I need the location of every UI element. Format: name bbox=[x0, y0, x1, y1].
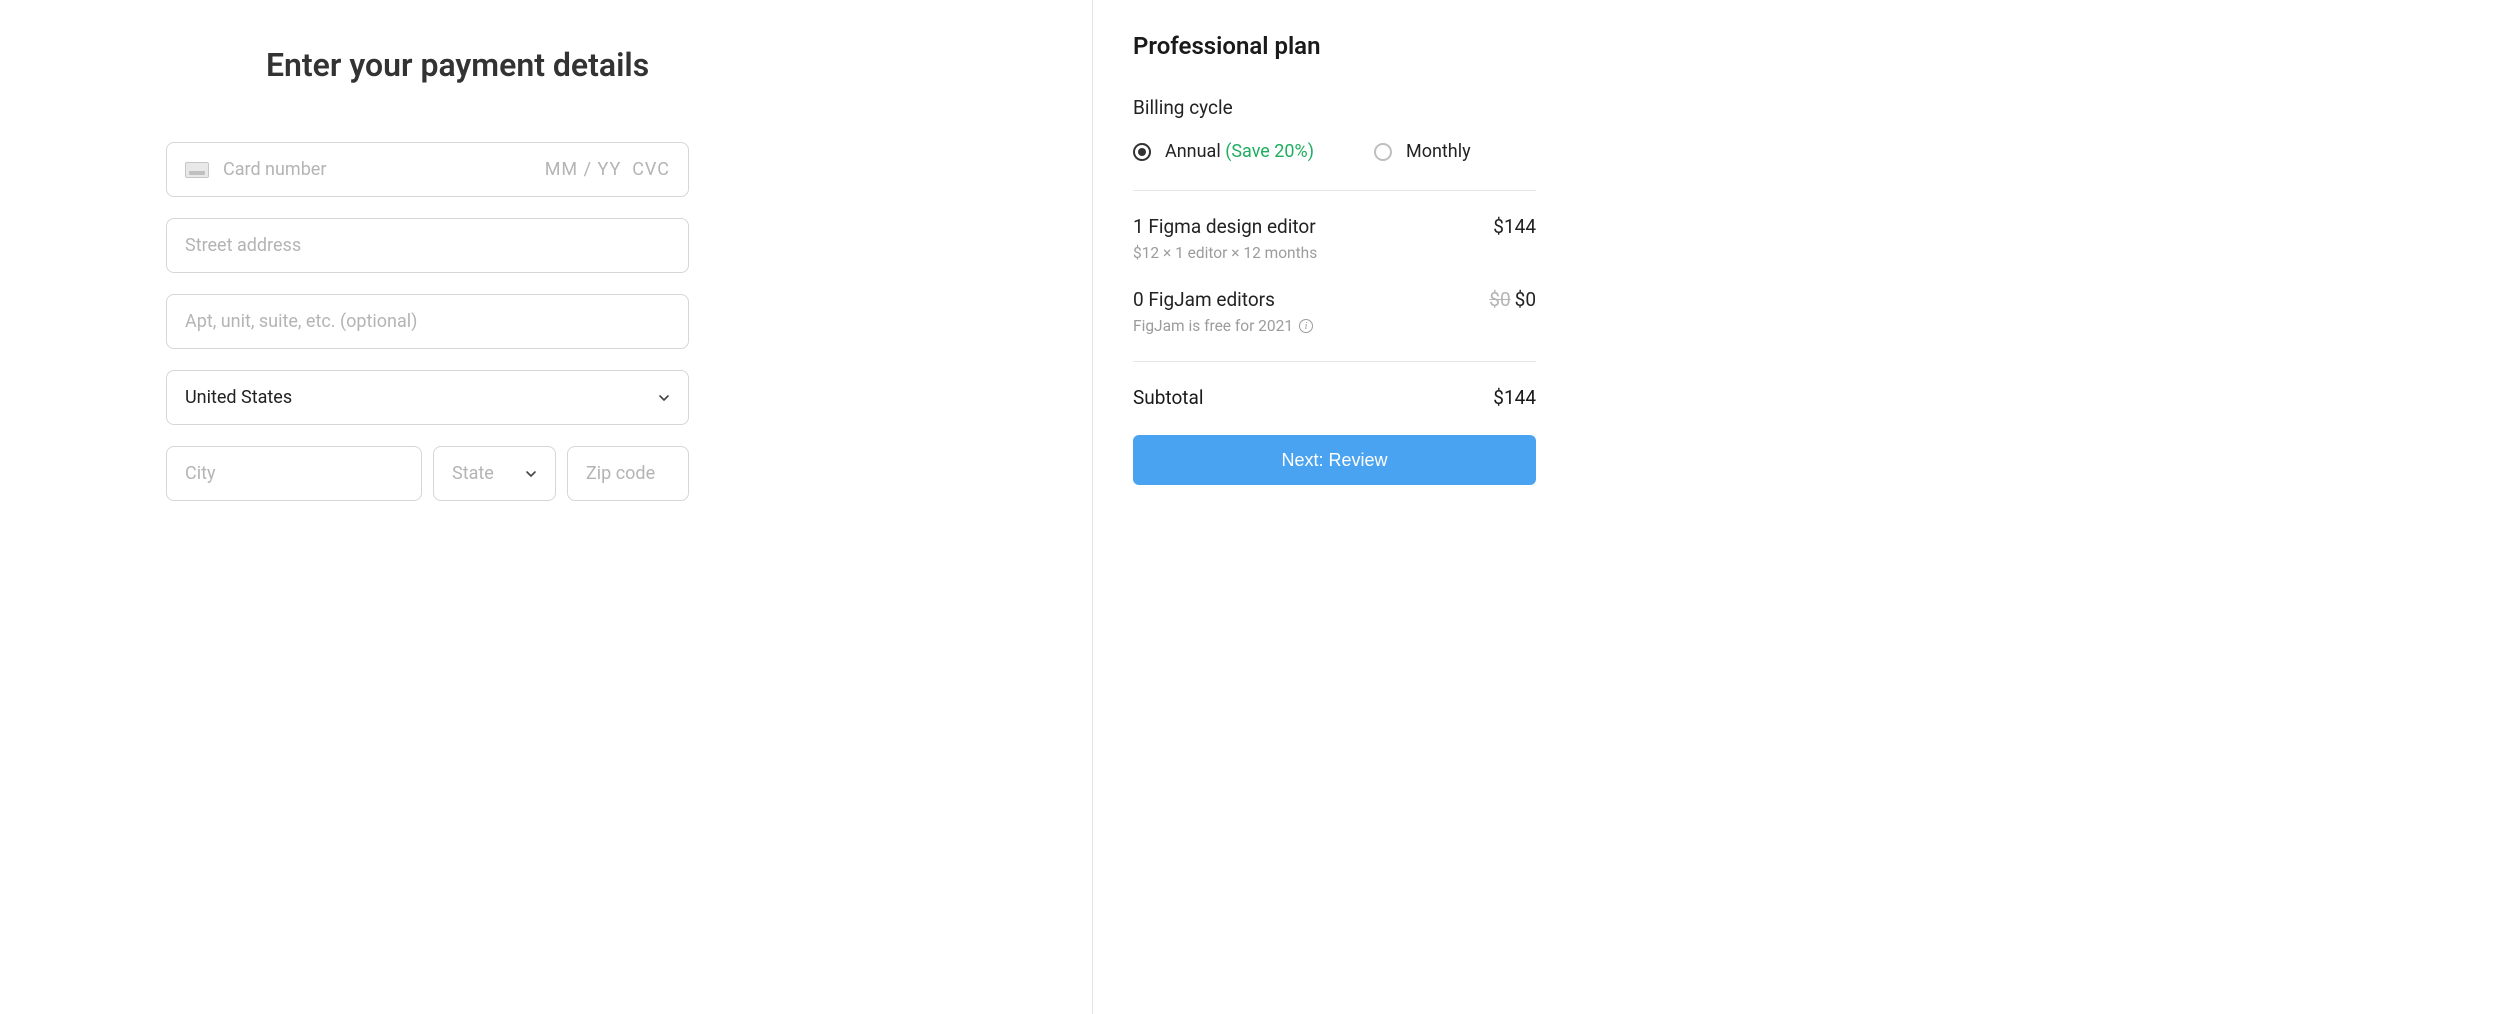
credit-card-icon bbox=[185, 162, 209, 178]
order-summary-panel: Professional plan Billing cycle Annual (… bbox=[1092, 0, 2494, 1014]
billing-monthly-label: Monthly bbox=[1406, 141, 1471, 162]
chevron-down-icon bbox=[525, 468, 537, 480]
line-item-strike-price: $0 bbox=[1489, 288, 1510, 311]
country-select[interactable]: United States bbox=[166, 370, 689, 425]
street-address-field[interactable]: Street address bbox=[166, 218, 689, 273]
line-item-price: $0$0 bbox=[1489, 288, 1536, 311]
state-select[interactable]: State bbox=[433, 446, 556, 501]
line-item-figjam: 0 FigJam editors $0$0 FigJam is free for… bbox=[1133, 288, 1536, 335]
billing-annual-label: Annual bbox=[1165, 141, 1221, 162]
divider bbox=[1133, 361, 1536, 362]
line-item-name: 1 Figma design editor bbox=[1133, 215, 1316, 238]
radio-unselected-icon bbox=[1374, 143, 1392, 161]
billing-annual-radio[interactable]: Annual (Save 20%) bbox=[1133, 141, 1314, 162]
payment-form-panel: Enter your payment details Card number M… bbox=[0, 0, 1092, 1014]
billing-monthly-radio[interactable]: Monthly bbox=[1374, 141, 1471, 162]
line-item-price: $144 bbox=[1493, 215, 1536, 238]
page-title: Enter your payment details bbox=[266, 46, 1092, 84]
zip-placeholder: Zip code bbox=[586, 463, 655, 484]
billing-cycle-radios: Annual (Save 20%) Monthly bbox=[1133, 141, 1536, 162]
city-field[interactable]: City bbox=[166, 446, 422, 501]
radio-selected-icon bbox=[1133, 143, 1151, 161]
subtotal-row: Subtotal $144 bbox=[1133, 386, 1536, 409]
card-expiry-cvc-placeholder: MM / YY CVC bbox=[545, 159, 670, 180]
info-icon[interactable]: i bbox=[1299, 319, 1313, 333]
plan-title: Professional plan bbox=[1133, 32, 1536, 60]
card-number-placeholder: Card number bbox=[223, 159, 326, 180]
zip-field[interactable]: Zip code bbox=[567, 446, 689, 501]
subtotal-label: Subtotal bbox=[1133, 386, 1203, 409]
billing-cycle-label: Billing cycle bbox=[1133, 96, 1536, 119]
street-address-placeholder: Street address bbox=[185, 235, 301, 256]
line-item-figma: 1 Figma design editor $144 $12 × 1 edito… bbox=[1133, 215, 1536, 262]
payment-form: Card number MM / YY CVC Street address A… bbox=[166, 142, 1092, 501]
line-item-sub: FigJam is free for 2021 bbox=[1133, 317, 1293, 335]
line-item-sub: $12 × 1 editor × 12 months bbox=[1133, 244, 1536, 262]
next-review-button[interactable]: Next: Review bbox=[1133, 435, 1536, 485]
billing-annual-savings: (Save 20%) bbox=[1225, 141, 1314, 162]
line-item-name: 0 FigJam editors bbox=[1133, 288, 1275, 311]
subtotal-value: $144 bbox=[1493, 386, 1536, 409]
state-placeholder: State bbox=[452, 463, 494, 484]
apt-placeholder: Apt, unit, suite, etc. (optional) bbox=[185, 311, 417, 332]
city-placeholder: City bbox=[185, 463, 216, 484]
apt-field[interactable]: Apt, unit, suite, etc. (optional) bbox=[166, 294, 689, 349]
divider bbox=[1133, 190, 1536, 191]
chevron-down-icon bbox=[658, 392, 670, 404]
card-number-field[interactable]: Card number MM / YY CVC bbox=[166, 142, 689, 197]
country-value: United States bbox=[185, 387, 292, 408]
